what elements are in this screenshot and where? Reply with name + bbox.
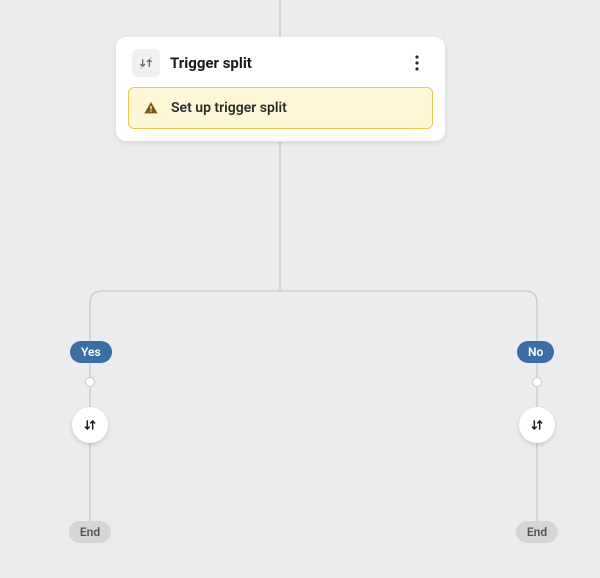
warning-icon — [143, 100, 159, 116]
branch-connector-dot-no — [532, 377, 542, 387]
kebab-icon — [415, 55, 419, 71]
trigger-split-node[interactable]: Trigger split Set up trigger split — [116, 37, 445, 141]
branch-label-yes-text: Yes — [81, 346, 101, 358]
branch-connector-dot-yes — [85, 377, 95, 387]
branch-label-no: No — [517, 341, 554, 363]
add-step-button-yes[interactable] — [72, 407, 108, 443]
trigger-split-icon — [132, 49, 160, 77]
node-header: Trigger split — [128, 49, 433, 87]
node-menu-button[interactable] — [405, 51, 429, 75]
add-step-button-no[interactable] — [519, 407, 555, 443]
setup-warning-banner[interactable]: Set up trigger split — [128, 87, 433, 129]
end-badge-yes: End — [69, 521, 111, 543]
split-arrows-icon — [82, 417, 98, 433]
split-arrows-icon — [529, 417, 545, 433]
branch-label-no-text: No — [528, 346, 543, 358]
end-badge-yes-text: End — [80, 526, 100, 538]
branch-label-yes: Yes — [70, 341, 112, 363]
node-title: Trigger split — [170, 54, 395, 72]
end-badge-no-text: End — [527, 526, 547, 538]
warning-message: Set up trigger split — [171, 100, 287, 116]
end-badge-no: End — [516, 521, 558, 543]
